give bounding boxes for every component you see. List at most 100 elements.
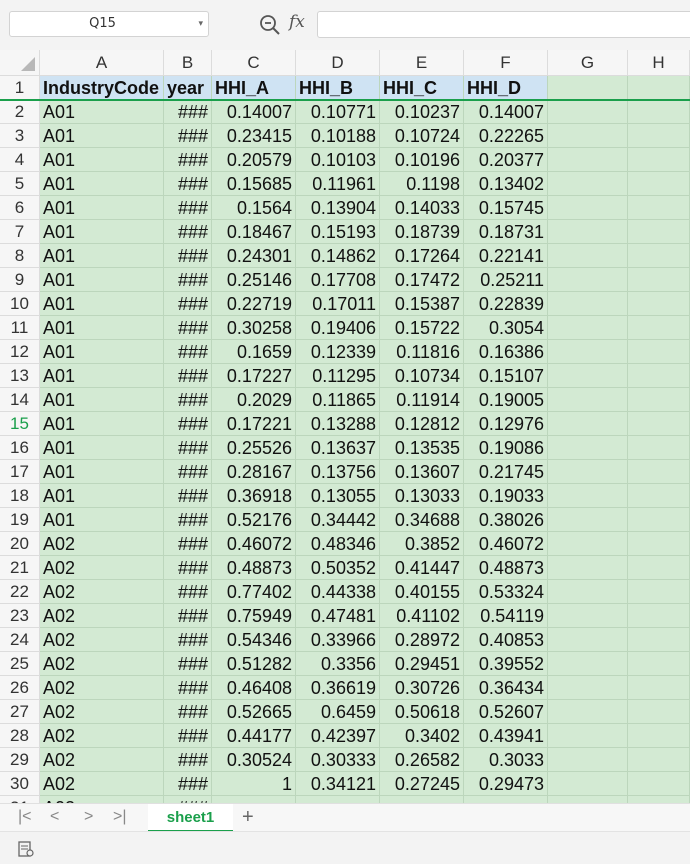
cell-h12[interactable] (628, 340, 690, 364)
cell-a26[interactable]: A02 (40, 676, 164, 700)
cell-f2[interactable]: 0.14007 (464, 100, 548, 124)
cell-h2[interactable] (628, 100, 690, 124)
cell-h22[interactable] (628, 580, 690, 604)
cell-c2[interactable]: 0.14007 (212, 100, 296, 124)
macro-icon[interactable] (16, 839, 36, 859)
cell-g20[interactable] (548, 532, 628, 556)
cell-c13[interactable]: 0.17227 (212, 364, 296, 388)
cell-d3[interactable]: 0.10188 (296, 124, 380, 148)
zoom-icon[interactable] (258, 13, 282, 37)
cell-f25[interactable]: 0.39552 (464, 652, 548, 676)
cell-g4[interactable] (548, 148, 628, 172)
cell-d7[interactable]: 0.15193 (296, 220, 380, 244)
cell-g6[interactable] (548, 196, 628, 220)
cell-c30[interactable]: 1 (212, 772, 296, 796)
cell-e10[interactable]: 0.15387 (380, 292, 464, 316)
cell-b26[interactable]: ### (164, 676, 212, 700)
cell-g12[interactable] (548, 340, 628, 364)
last-sheet-icon[interactable]: >| (113, 808, 127, 826)
cell-f7[interactable]: 0.18731 (464, 220, 548, 244)
cell-c10[interactable]: 0.22719 (212, 292, 296, 316)
cell-b2[interactable]: ### (164, 100, 212, 124)
cell-e31[interactable] (380, 796, 464, 803)
cell-g31[interactable] (548, 796, 628, 803)
cell-g1[interactable] (548, 76, 628, 100)
cell-d16[interactable]: 0.13637 (296, 436, 380, 460)
cell-b29[interactable]: ### (164, 748, 212, 772)
cell-a5[interactable]: A01 (40, 172, 164, 196)
cell-f5[interactable]: 0.13402 (464, 172, 548, 196)
row-header[interactable]: 9 (0, 268, 40, 292)
cell-f11[interactable]: 0.3054 (464, 316, 548, 340)
cell-d24[interactable]: 0.33966 (296, 628, 380, 652)
cell-d31[interactable] (296, 796, 380, 803)
cell-e12[interactable]: 0.11816 (380, 340, 464, 364)
cell-c27[interactable]: 0.52665 (212, 700, 296, 724)
cell-c12[interactable]: 0.1659 (212, 340, 296, 364)
cell-h23[interactable] (628, 604, 690, 628)
cell-g16[interactable] (548, 436, 628, 460)
cell-h17[interactable] (628, 460, 690, 484)
chevron-down-icon[interactable]: ▾ (198, 18, 203, 29)
cell-g5[interactable] (548, 172, 628, 196)
cell-g11[interactable] (548, 316, 628, 340)
cell-b25[interactable]: ### (164, 652, 212, 676)
cell-c20[interactable]: 0.46072 (212, 532, 296, 556)
cell-a24[interactable]: A02 (40, 628, 164, 652)
cell-c29[interactable]: 0.30524 (212, 748, 296, 772)
cell-h16[interactable] (628, 436, 690, 460)
cell-d9[interactable]: 0.17708 (296, 268, 380, 292)
cell-f8[interactable]: 0.22141 (464, 244, 548, 268)
cell-d19[interactable]: 0.34442 (296, 508, 380, 532)
cell-d5[interactable]: 0.11961 (296, 172, 380, 196)
column-header-e[interactable]: E (380, 50, 464, 76)
cell-e15[interactable]: 0.12812 (380, 412, 464, 436)
cell-b20[interactable]: ### (164, 532, 212, 556)
prev-sheet-icon[interactable]: < (50, 808, 59, 826)
cell-b10[interactable]: ### (164, 292, 212, 316)
cell-e7[interactable]: 0.18739 (380, 220, 464, 244)
cell-f30[interactable]: 0.29473 (464, 772, 548, 796)
cell-a8[interactable]: A01 (40, 244, 164, 268)
row-header[interactable]: 20 (0, 532, 40, 556)
cell-h4[interactable] (628, 148, 690, 172)
cell-g25[interactable] (548, 652, 628, 676)
cell-g2[interactable] (548, 100, 628, 124)
cell-b3[interactable]: ### (164, 124, 212, 148)
cell-f13[interactable]: 0.15107 (464, 364, 548, 388)
cell-f21[interactable]: 0.48873 (464, 556, 548, 580)
cell-d23[interactable]: 0.47481 (296, 604, 380, 628)
cell-b19[interactable]: ### (164, 508, 212, 532)
cell-a4[interactable]: A01 (40, 148, 164, 172)
cell-e3[interactable]: 0.10724 (380, 124, 464, 148)
column-header-g[interactable]: G (548, 50, 628, 76)
cell-d28[interactable]: 0.42397 (296, 724, 380, 748)
cell-b17[interactable]: ### (164, 460, 212, 484)
cell-a23[interactable]: A02 (40, 604, 164, 628)
cell-g26[interactable] (548, 676, 628, 700)
sheet-tab-sheet1[interactable]: sheet1 (148, 804, 233, 832)
cell-a18[interactable]: A01 (40, 484, 164, 508)
cell-f15[interactable]: 0.12976 (464, 412, 548, 436)
cell-b28[interactable]: ### (164, 724, 212, 748)
cell-d22[interactable]: 0.44338 (296, 580, 380, 604)
cell-a30[interactable]: A02 (40, 772, 164, 796)
cell-c7[interactable]: 0.18467 (212, 220, 296, 244)
cell-g3[interactable] (548, 124, 628, 148)
cell-c17[interactable]: 0.28167 (212, 460, 296, 484)
cell-d20[interactable]: 0.48346 (296, 532, 380, 556)
row-header[interactable]: 18 (0, 484, 40, 508)
cell-b11[interactable]: ### (164, 316, 212, 340)
cell-f14[interactable]: 0.19005 (464, 388, 548, 412)
cell-a21[interactable]: A02 (40, 556, 164, 580)
cell-c25[interactable]: 0.51282 (212, 652, 296, 676)
cell-h5[interactable] (628, 172, 690, 196)
cell-d6[interactable]: 0.13904 (296, 196, 380, 220)
cell-c23[interactable]: 0.75949 (212, 604, 296, 628)
cell-e30[interactable]: 0.27245 (380, 772, 464, 796)
cell-e4[interactable]: 0.10196 (380, 148, 464, 172)
cell-f31[interactable] (464, 796, 548, 803)
cell-g19[interactable] (548, 508, 628, 532)
cell-b5[interactable]: ### (164, 172, 212, 196)
cell-d11[interactable]: 0.19406 (296, 316, 380, 340)
